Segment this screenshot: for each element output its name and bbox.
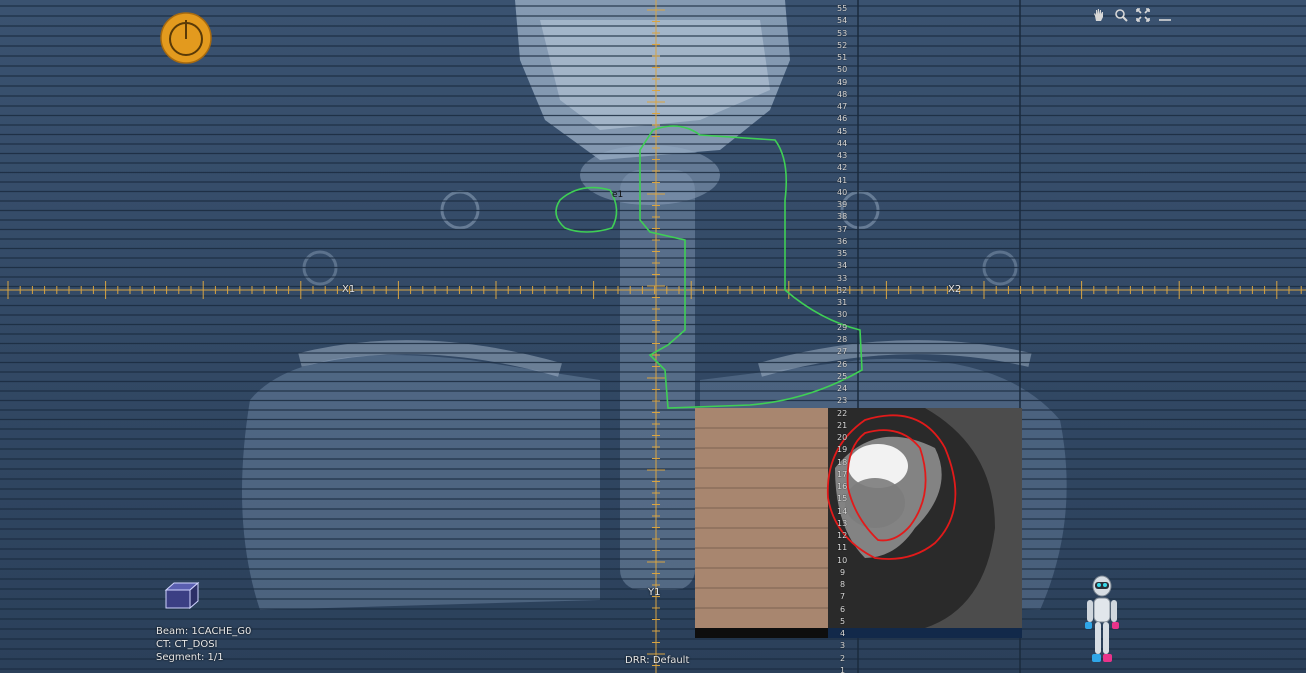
ruler-number: 26 bbox=[837, 359, 848, 369]
ruler-number: 32 bbox=[837, 285, 848, 295]
zoom-icon[interactable] bbox=[1112, 6, 1130, 24]
ruler-number: 19 bbox=[837, 445, 848, 455]
ruler-number: 51 bbox=[837, 53, 848, 63]
ruler-number: 37 bbox=[837, 224, 848, 234]
ruler-number: 42 bbox=[837, 163, 848, 173]
beam-eye-view[interactable]: 55 54 53 52 51 50 49 48 47 46 45 44 43 42 41 40 39 38 37 36… bbox=[0, 0, 1306, 673]
ruler-number: 30 bbox=[837, 310, 848, 320]
ruler-number: 38 bbox=[837, 212, 848, 222]
ruler-number: 41 bbox=[837, 175, 848, 185]
ruler-number: 17 bbox=[837, 469, 848, 479]
ruler-number: 31 bbox=[837, 298, 848, 308]
ruler-number: 55 bbox=[837, 4, 848, 13]
ruler-number: 7 bbox=[840, 592, 846, 602]
ruler-number: 3 bbox=[840, 641, 846, 651]
ruler-number: 48 bbox=[837, 89, 848, 99]
ruler-number: 45 bbox=[837, 126, 848, 136]
ruler-number: 1 bbox=[840, 666, 846, 673]
ruler-number: 15 bbox=[837, 494, 848, 504]
ct-name: CT: CT_DOSI bbox=[156, 639, 218, 650]
ruler-number: 54 bbox=[837, 16, 848, 26]
ruler-number: 47 bbox=[837, 102, 848, 112]
ruler-number: 4 bbox=[840, 629, 846, 639]
ruler-number: 33 bbox=[837, 273, 848, 283]
ruler-number: 23 bbox=[837, 396, 848, 406]
structure-label: e1 bbox=[612, 190, 624, 200]
ruler-number: 52 bbox=[837, 40, 848, 50]
segment-count: Segment: 1/1 bbox=[156, 652, 224, 663]
ruler-number: 20 bbox=[837, 433, 848, 443]
ruler-number: 14 bbox=[837, 506, 848, 516]
hand-icon[interactable] bbox=[1090, 6, 1108, 24]
ruler-number: 24 bbox=[837, 384, 848, 394]
ruler-number: 16 bbox=[837, 482, 848, 492]
drr-setting: DRR: Default bbox=[625, 655, 690, 666]
patient-orientation-figure-icon[interactable] bbox=[1084, 574, 1120, 668]
axial-inset-image bbox=[695, 408, 1022, 638]
ruler-number: 25 bbox=[837, 371, 848, 381]
power-logo-icon[interactable] bbox=[160, 12, 212, 64]
jaw-x2-label: X2 bbox=[948, 284, 962, 295]
ruler-number: 29 bbox=[837, 322, 848, 332]
ruler-number: 44 bbox=[837, 138, 848, 148]
fit-screen-icon[interactable] bbox=[1134, 6, 1152, 24]
ruler-number: 39 bbox=[837, 200, 848, 210]
ruler-number: 46 bbox=[837, 114, 848, 124]
ruler-number: 11 bbox=[837, 543, 848, 553]
drr-viewport[interactable] bbox=[0, 0, 1306, 673]
ruler-number: 12 bbox=[837, 531, 848, 541]
ruler-number: 13 bbox=[837, 518, 848, 528]
ruler-number: 53 bbox=[837, 28, 848, 38]
ruler-number: 10 bbox=[837, 555, 848, 565]
view-toolbar bbox=[1090, 6, 1174, 24]
ruler-number: 22 bbox=[837, 408, 848, 418]
ruler-number: 6 bbox=[840, 604, 846, 614]
ruler-number: 5 bbox=[840, 616, 846, 626]
beam-name: Beam: 1CACHE_G0 bbox=[156, 626, 252, 637]
ruler-number: 49 bbox=[837, 77, 848, 87]
ruler-number: 21 bbox=[837, 420, 848, 430]
ruler-number: 8 bbox=[840, 580, 846, 590]
ruler-number: 36 bbox=[837, 236, 848, 246]
minimize-icon[interactable] bbox=[1156, 6, 1174, 24]
ruler-number: 18 bbox=[837, 457, 848, 467]
orientation-cube-icon[interactable] bbox=[160, 580, 202, 612]
jaw-x1-label: X1 bbox=[342, 284, 356, 295]
ruler-number: 27 bbox=[837, 347, 848, 357]
ruler-number: 40 bbox=[837, 187, 848, 197]
beam-info-panel: Beam: 1CACHE_G0 CT: CT_DOSI Segment: 1/1 bbox=[156, 625, 251, 664]
ruler-number: 43 bbox=[837, 151, 848, 161]
jaw-y1-label: Y1 bbox=[648, 587, 661, 598]
ruler-number: 35 bbox=[837, 249, 848, 259]
ruler-number: 50 bbox=[837, 65, 848, 75]
ruler-number: 9 bbox=[840, 567, 846, 577]
ruler-number: 28 bbox=[837, 335, 848, 344]
ruler-number: 2 bbox=[840, 653, 846, 663]
ruler-number: 34 bbox=[837, 261, 848, 271]
axial-inset-view[interactable] bbox=[695, 408, 1022, 638]
